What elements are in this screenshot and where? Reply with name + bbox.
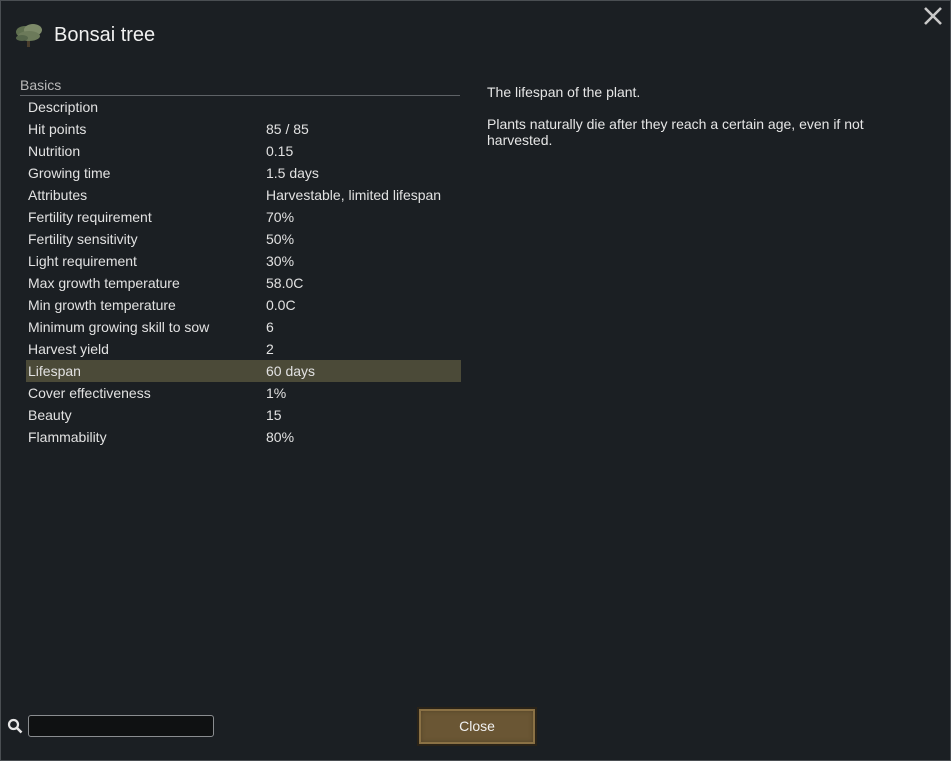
stat-row-max-growth-temperature[interactable]: Max growth temperature 58.0C: [26, 272, 461, 294]
stat-row-description[interactable]: Description: [26, 96, 461, 118]
stat-label: Nutrition: [28, 143, 81, 159]
stat-label: Description: [28, 99, 99, 115]
stats-list: Description Hit points 85 / 85 Nutrition 0.1…: [26, 96, 461, 448]
stat-value: 15: [266, 407, 282, 423]
stat-value: 30%: [266, 253, 295, 269]
stat-row-attributes[interactable]: Attributes Harvestable, limited lifespan: [26, 184, 461, 206]
stat-row-lifespan[interactable]: Lifespan 60 days: [26, 360, 461, 382]
stat-row-harvest-yield[interactable]: Harvest yield 2: [26, 338, 461, 360]
stat-label: Beauty: [28, 407, 72, 423]
close-button[interactable]: Close: [417, 707, 537, 746]
stat-value: 6: [266, 319, 274, 335]
stat-label: Attributes: [28, 187, 88, 203]
stat-value: Harvestable, limited lifespan: [266, 187, 442, 203]
search-icon: [7, 718, 23, 734]
stat-value: 60 days: [266, 363, 316, 379]
stat-row-beauty[interactable]: Beauty 15: [26, 404, 461, 426]
description-line: The lifespan of the plant.: [487, 84, 641, 100]
window-title: Bonsai tree: [54, 23, 156, 46]
stat-value: 80%: [266, 429, 295, 445]
stat-value: 1%: [266, 385, 287, 401]
stat-label: Harvest yield: [28, 341, 109, 357]
stat-label: Fertility sensitivity: [28, 231, 138, 247]
stat-label: Min growth temperature: [28, 297, 176, 313]
stat-label: Minimum growing skill to sow: [28, 319, 210, 335]
stat-row-nutrition[interactable]: Nutrition 0.15: [26, 140, 461, 162]
stat-value: 58.0C: [266, 275, 304, 291]
stat-value: 2: [266, 341, 274, 357]
stat-value: 85 / 85: [266, 121, 309, 137]
stat-value: 1.5 days: [266, 165, 319, 181]
close-icon[interactable]: [922, 5, 944, 27]
stat-label: Light requirement: [28, 253, 137, 269]
stat-row-fertility-requirement[interactable]: Fertility requirement 70%: [26, 206, 461, 228]
stat-row-fertility-sensitivity[interactable]: Fertility sensitivity 50%: [26, 228, 461, 250]
search-input[interactable]: [28, 715, 214, 737]
stat-label: Flammability: [28, 429, 107, 445]
stat-row-hit-points[interactable]: Hit points 85 / 85: [26, 118, 461, 140]
stat-row-cover-effectiveness[interactable]: Cover effectiveness 1%: [26, 382, 461, 404]
description-line: Plants naturally die after they reach a …: [487, 116, 864, 148]
stat-value: 70%: [266, 209, 295, 225]
stat-row-min-growth-temperature[interactable]: Min growth temperature 0.0C: [26, 294, 461, 316]
info-dialog: Bonsai tree Basics Description Hit points…: [0, 0, 951, 761]
stat-value: 0.0C: [266, 297, 296, 313]
stat-row-light-requirement[interactable]: Light requirement 30%: [26, 250, 461, 272]
stat-label: Growing time: [28, 165, 111, 181]
bonsai-tree-icon: [16, 24, 42, 47]
stat-label: Hit points: [28, 121, 87, 137]
stat-row-minimum-growing-skill-to-sow[interactable]: Minimum growing skill to sow 6: [26, 316, 461, 338]
stat-row-growing-time[interactable]: Growing time 1.5 days: [26, 162, 461, 184]
section-header-basics: Basics: [20, 77, 460, 96]
stat-description: The lifespan of the plant. Plants natura…: [487, 84, 907, 164]
title-row: Bonsai tree: [13, 17, 155, 53]
stat-value: 0.15: [266, 143, 294, 159]
stat-value: 50%: [266, 231, 295, 247]
stat-label: Lifespan: [28, 363, 81, 379]
stat-label: Fertility requirement: [28, 209, 152, 225]
stat-label: Max growth temperature: [28, 275, 180, 291]
stat-row-flammability[interactable]: Flammability 80%: [26, 426, 461, 448]
stat-label: Cover effectiveness: [28, 385, 151, 401]
